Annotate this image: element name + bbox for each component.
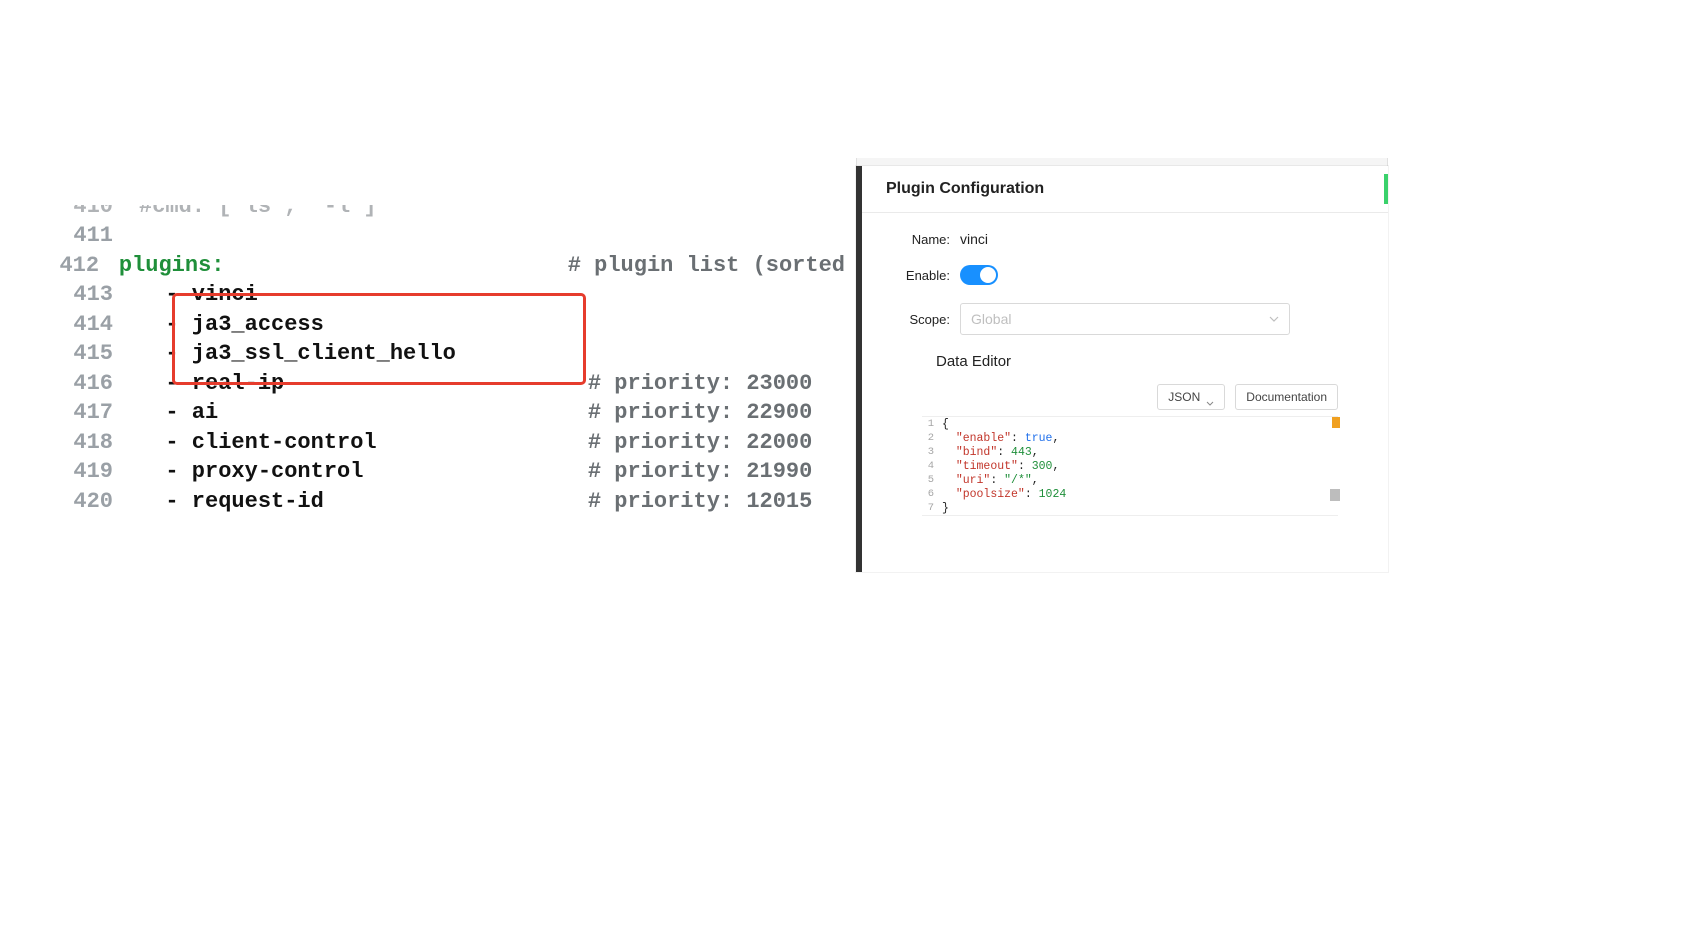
code-content: - ja3_ssl_client_hello [139, 339, 456, 369]
truncated-line: 410 #cmd: [ ls , -l ] [55, 205, 845, 221]
json-line: 6 "poolsize": 1024 [922, 487, 1338, 501]
line-number: 414 [55, 310, 113, 340]
plugin-config-panel: Plugin Configuration Name: vinci Enable:… [856, 158, 1388, 572]
code-content: - proxy-control # priority: 21990 [139, 457, 812, 487]
chevron-down-icon [1269, 316, 1279, 322]
json-line-number: 1 [922, 418, 942, 430]
code-line: 416 - real-ip # priority: 23000 [55, 369, 845, 399]
line-number: 412 [55, 251, 99, 281]
code-content: plugins: # plugin list (sorted [119, 251, 845, 281]
scope-label: Scope: [896, 312, 950, 327]
code-content: - real-ip # priority: 23000 [139, 369, 812, 399]
json-code: "uri": "/*", [942, 474, 1039, 487]
code-comment: # priority: 23000 [588, 371, 812, 396]
enable-toggle[interactable] [960, 265, 998, 285]
minimap-warning-mark [1332, 417, 1340, 428]
format-select-label: JSON [1168, 390, 1200, 404]
code-line: 417 - ai # priority: 22900 [55, 398, 845, 428]
json-code: "poolsize": 1024 [942, 488, 1066, 501]
code-line: 419 - proxy-control # priority: 21990 [55, 457, 845, 487]
code-content: - vinci [139, 280, 258, 310]
documentation-label: Documentation [1246, 390, 1327, 404]
json-line-number: 5 [922, 474, 942, 486]
line-number: 419 [55, 457, 113, 487]
line-number: 410 [55, 205, 113, 221]
json-line-number: 3 [922, 446, 942, 458]
line-number: 411 [55, 221, 113, 251]
json-line-number: 7 [922, 502, 942, 514]
panel-topbar [856, 158, 1388, 166]
code-text: #cmd: [ ls , -l ] [139, 205, 377, 221]
editor-toolbar: JSON Documentation [896, 384, 1354, 410]
scope-row: Scope: Global [896, 303, 1354, 335]
code-content: - request-id # priority: 12015 [139, 487, 812, 517]
code-content: - client-control # priority: 22000 [139, 428, 812, 458]
json-code: "timeout": 300, [942, 460, 1059, 473]
json-line: 4 "timeout": 300, [922, 459, 1338, 473]
json-line: 1{ [922, 417, 1338, 431]
json-code: "bind": 443, [942, 446, 1039, 459]
line-number: 418 [55, 428, 113, 458]
name-row: Name: vinci [896, 231, 1354, 247]
line-number: 413 [55, 280, 113, 310]
code-comment: # plugin list (sorted [568, 253, 845, 278]
code-line: 414 - ja3_access [55, 310, 845, 340]
line-number: 416 [55, 369, 113, 399]
panel-title: Plugin Configuration [862, 166, 1388, 213]
json-code: { [942, 418, 949, 431]
data-editor-title: Data Editor [936, 353, 1354, 370]
code-comment: # priority: 21990 [588, 459, 812, 484]
code-comment: # priority: 22000 [588, 430, 812, 455]
json-code: } [942, 502, 949, 515]
line-number: 417 [55, 398, 113, 428]
code-comment: # priority: 22900 [588, 400, 812, 425]
enable-row: Enable: [896, 265, 1354, 285]
code-line: 415 - ja3_ssl_client_hello [55, 339, 845, 369]
enable-label: Enable: [896, 268, 950, 283]
line-number: 420 [55, 487, 113, 517]
code-line: 418 - client-control # priority: 22000 [55, 428, 845, 458]
code-content: - ai # priority: 22900 [139, 398, 812, 428]
yaml-code-editor[interactable]: 410 #cmd: [ ls , -l ] 411412 plugins: # p… [55, 205, 845, 516]
json-line: 2 "enable": true, [922, 431, 1338, 445]
scope-placeholder: Global [971, 311, 1011, 327]
documentation-button[interactable]: Documentation [1235, 384, 1338, 410]
chevron-down-icon [1206, 395, 1214, 400]
line-number: 415 [55, 339, 113, 369]
json-line: 3 "bind": 443, [922, 445, 1338, 459]
name-label: Name: [896, 232, 950, 247]
json-line-number: 2 [922, 432, 942, 444]
json-line-number: 4 [922, 460, 942, 472]
code-line: 420 - request-id # priority: 12015 [55, 487, 845, 517]
code-line: 411 [55, 221, 845, 251]
name-value: vinci [960, 231, 988, 247]
code-line: 413 - vinci [55, 280, 845, 310]
minimap-cursor-mark [1330, 489, 1340, 501]
format-select-button[interactable]: JSON [1157, 384, 1225, 410]
green-indicator [1384, 174, 1388, 204]
json-editor[interactable]: 1{2 "enable": true,3 "bind": 443,4 "time… [922, 416, 1338, 516]
code-line: 412 plugins: # plugin list (sorted [55, 251, 845, 281]
json-line: 5 "uri": "/*", [922, 473, 1338, 487]
json-code: "enable": true, [942, 432, 1059, 445]
scope-select[interactable]: Global [960, 303, 1290, 335]
json-line: 7} [922, 501, 1338, 515]
code-content: - ja3_access [139, 310, 324, 340]
code-comment: # priority: 12015 [588, 489, 812, 514]
json-line-number: 6 [922, 488, 942, 500]
